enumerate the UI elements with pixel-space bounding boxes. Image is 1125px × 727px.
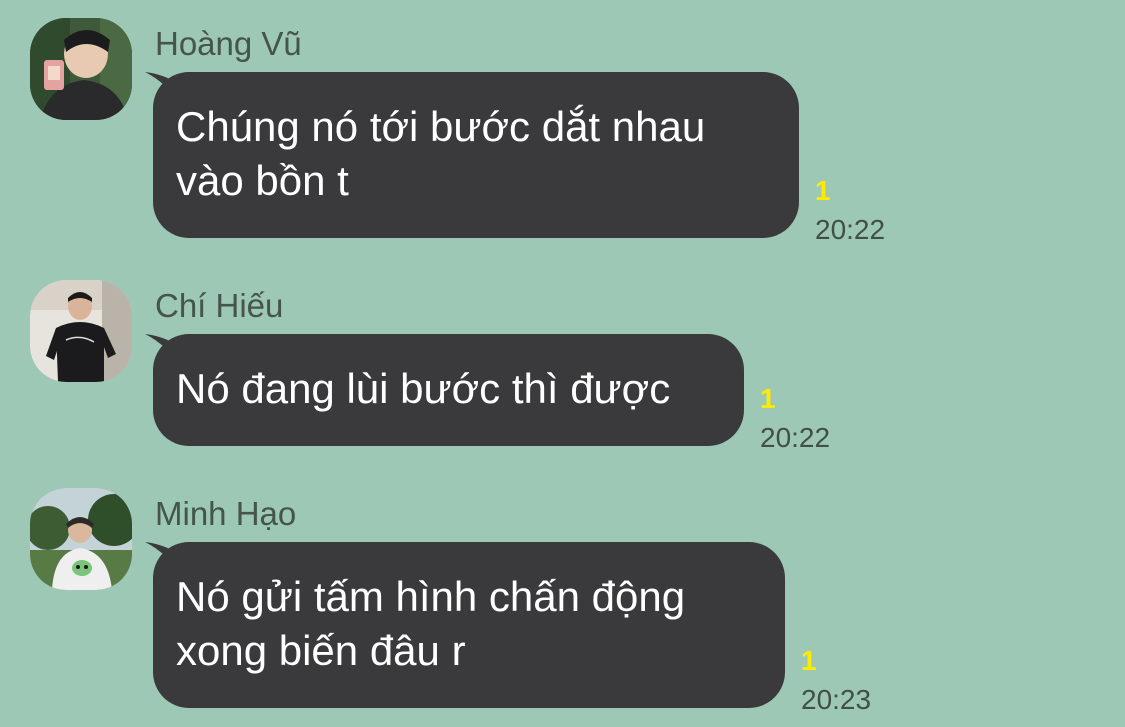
message-text-line: xong biến đâu r — [176, 627, 466, 674]
avatar[interactable] — [30, 18, 132, 120]
message-text-line: Nó đang lùi bước thì được — [176, 365, 671, 412]
unread-count: 1 — [815, 175, 831, 206]
avatar[interactable] — [30, 488, 132, 590]
message-bubble[interactable]: Nó đang lùi bước thì được — [153, 334, 744, 446]
user-photo-icon — [30, 280, 132, 382]
message-time: 20:22 — [815, 214, 886, 245]
message-text-line: Chúng nó tới bước dắt nhau — [176, 103, 706, 150]
unread-count: 1 — [760, 383, 776, 414]
sender-name: Chí Hiếu — [155, 287, 284, 324]
message-meta: 1 20:23 — [801, 646, 871, 715]
sender-name: Minh Hạo — [155, 495, 297, 532]
message-time: 20:22 — [760, 422, 831, 453]
message-meta: 1 20:22 — [760, 384, 830, 453]
message-bubble[interactable]: Chúng nó tới bước dắt nhau vào bồn t — [153, 72, 799, 238]
user-photo-icon — [30, 18, 132, 120]
sender-name: Hoàng Vũ — [155, 25, 302, 62]
message-time: 20:23 — [801, 684, 872, 715]
user-photo-icon — [30, 488, 132, 590]
chat-message-list[interactable]: Hoàng Vũ Chúng nó tới bước dắt nhau vào … — [0, 0, 1125, 727]
avatar[interactable] — [30, 280, 132, 382]
message-meta: 1 20:22 — [815, 176, 885, 245]
unread-count: 1 — [801, 645, 817, 676]
message-text-line: vào bồn t — [176, 157, 349, 204]
message-text-line: Nó gửi tấm hình chấn động — [176, 573, 686, 620]
message-bubble[interactable]: Nó gửi tấm hình chấn động xong biến đâu … — [153, 542, 785, 708]
